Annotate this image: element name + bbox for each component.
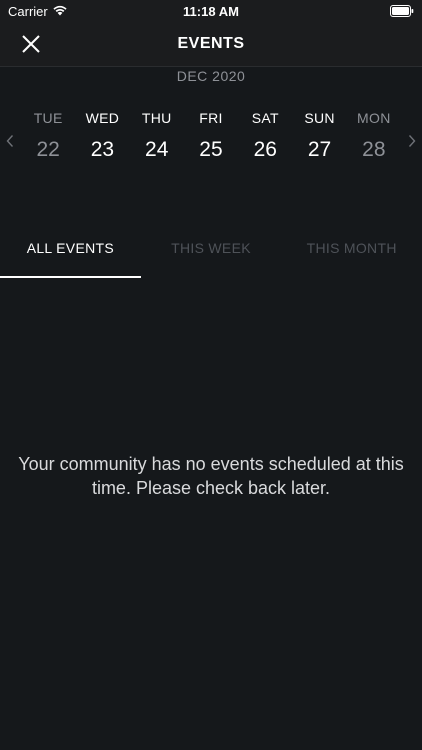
nav-bar: EVENTS xyxy=(0,22,422,67)
day-item[interactable]: FRI 25 xyxy=(184,108,238,168)
day-name: TUE xyxy=(33,110,63,126)
empty-state-message: Your community has no events scheduled a… xyxy=(18,454,404,498)
day-number: 27 xyxy=(307,138,332,161)
day-number: 28 xyxy=(362,138,386,161)
tab-this-month[interactable]: THIS MONTH xyxy=(281,232,422,278)
month-label: DEC 2020 xyxy=(176,68,246,84)
day-strip: TUE 22 WED 23 THU 24 FRI 25 SAT 26 SUN 2… xyxy=(21,108,401,168)
day-number: 23 xyxy=(90,138,115,161)
day-number: 26 xyxy=(253,138,277,161)
day-item[interactable]: SAT 26 xyxy=(238,108,292,168)
day-name: THU xyxy=(141,110,172,126)
day-item[interactable]: THU 24 xyxy=(130,108,184,168)
status-time: 11:18 AM xyxy=(183,4,239,19)
day-name: SUN xyxy=(304,110,335,126)
chevron-left-icon xyxy=(6,135,14,147)
prev-week-button[interactable] xyxy=(3,130,17,152)
day-number: 24 xyxy=(145,138,169,161)
day-name: MON xyxy=(357,110,391,126)
status-bar: Carrier 11:18 AM xyxy=(0,0,422,22)
day-name: SAT xyxy=(251,110,279,126)
day-number: 25 xyxy=(199,138,223,161)
active-tab-indicator xyxy=(0,276,141,278)
chevron-right-icon xyxy=(408,135,416,147)
page-title: EVENTS xyxy=(177,35,245,52)
day-number: 22 xyxy=(36,138,60,161)
day-name: WED xyxy=(85,110,120,126)
day-name: FRI xyxy=(199,110,223,126)
tab-all-events[interactable]: ALL EVENTS xyxy=(0,232,141,278)
tab-this-week[interactable]: THIS WEEK xyxy=(141,232,282,278)
day-item[interactable]: TUE 22 xyxy=(21,108,75,168)
event-filter-tabs: ALL EVENTS THIS WEEK THIS MONTH xyxy=(0,232,422,278)
day-item[interactable]: MON 28 xyxy=(347,108,401,168)
battery-icon xyxy=(390,5,414,17)
day-item[interactable]: WED 23 xyxy=(75,108,129,168)
next-week-button[interactable] xyxy=(405,130,419,152)
day-item[interactable]: SUN 27 xyxy=(292,108,346,168)
